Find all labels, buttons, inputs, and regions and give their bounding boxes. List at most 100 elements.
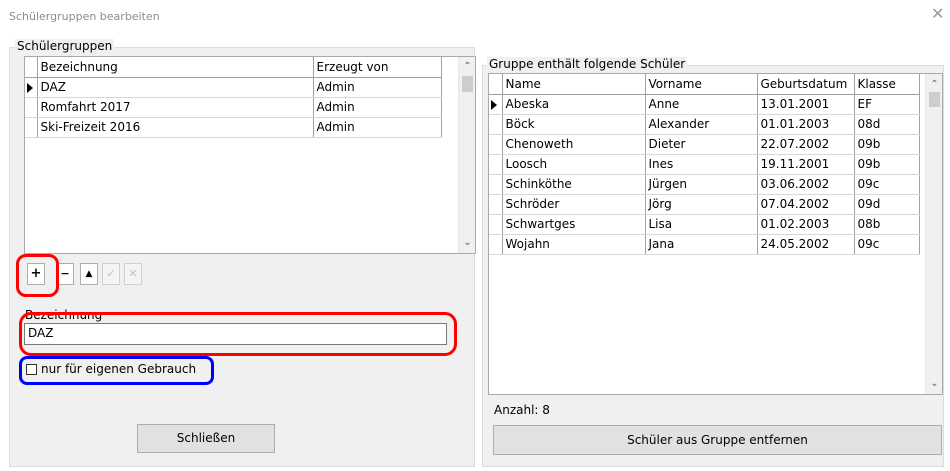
student-vorname-cell[interactable]: Anne — [645, 94, 758, 115]
student-klasse-cell[interactable]: 09b — [854, 154, 920, 175]
groups-scrollbar[interactable]: ⌃ ⌄ — [458, 57, 475, 253]
column-header-geburtsdatum[interactable]: Geburtsdatum — [757, 74, 855, 95]
scroll-up-icon[interactable]: ⌃ — [926, 79, 942, 91]
student-name-cell[interactable]: Wojahn — [502, 234, 646, 255]
column-header-klasse[interactable]: Klasse — [854, 74, 920, 95]
row-indicator[interactable] — [489, 174, 503, 195]
student-vorname-cell[interactable]: Alexander — [645, 114, 758, 135]
group-creator-cell[interactable]: Admin — [313, 117, 442, 138]
remove-group-button[interactable]: − — [56, 263, 74, 285]
student-row[interactable]: Schwartges Lisa 01.02.2003 08b — [489, 214, 920, 235]
student-name-cell[interactable]: Schröder — [502, 194, 646, 215]
row-indicator[interactable] — [489, 154, 503, 175]
current-row-icon — [27, 82, 33, 93]
row-indicator[interactable] — [489, 234, 503, 255]
group-name-cell[interactable]: Romfahrt 2017 — [37, 97, 314, 118]
row-indicator[interactable] — [489, 114, 503, 135]
group-creator-cell[interactable]: Admin — [313, 97, 442, 118]
student-row[interactable]: Schröder Jörg 07.04.2002 09d — [489, 194, 920, 215]
student-geburtsdatum-cell[interactable]: 01.01.2003 — [757, 114, 855, 135]
groups-groupbox-title: Schülergruppen — [15, 39, 115, 53]
current-row-icon — [491, 99, 497, 110]
student-vorname-cell[interactable]: Jürgen — [645, 174, 758, 195]
members-groupbox-title: Gruppe enthält folgende Schüler — [487, 57, 688, 71]
private-checkbox-label[interactable]: nur für eigenen Gebrauch — [41, 362, 196, 376]
student-geburtsdatum-cell[interactable]: 19.11.2001 — [757, 154, 855, 175]
student-geburtsdatum-cell[interactable]: 03.06.2002 — [757, 174, 855, 195]
column-header-erzeugt-von[interactable]: Erzeugt von — [313, 57, 442, 78]
student-row[interactable]: Schinköthe Jürgen 03.06.2002 09c — [489, 174, 920, 195]
scrollbar-thumb[interactable] — [929, 92, 940, 107]
student-row[interactable]: Böck Alexander 01.01.2003 08d — [489, 114, 920, 135]
private-checkbox[interactable] — [26, 364, 37, 375]
member-count: Anzahl: 8 — [494, 403, 550, 417]
add-group-button[interactable]: + — [27, 263, 45, 285]
student-vorname-cell[interactable]: Jana — [645, 234, 758, 255]
move-up-button[interactable]: ▲ — [80, 263, 98, 285]
row-indicator[interactable] — [489, 94, 503, 115]
group-row[interactable]: Romfahrt 2017 Admin — [25, 97, 442, 118]
student-klasse-cell[interactable]: 09b — [854, 134, 920, 155]
scrollbar-thumb[interactable] — [462, 76, 473, 92]
row-indicator[interactable] — [25, 77, 38, 98]
scroll-down-icon[interactable]: ⌄ — [926, 378, 942, 390]
group-row[interactable]: Ski-Freizeit 2016 Admin — [25, 117, 442, 138]
group-creator-cell[interactable]: Admin — [313, 77, 442, 98]
close-window-icon[interactable]: ✕ — [931, 6, 944, 22]
student-name-cell[interactable]: Loosch — [502, 154, 646, 175]
student-klasse-cell[interactable]: 08b — [854, 214, 920, 235]
row-indicator-header — [25, 57, 38, 78]
members-scrollbar[interactable]: ⌃ ⌄ — [925, 74, 942, 394]
student-klasse-cell[interactable]: 09c — [854, 174, 920, 195]
column-header-vorname[interactable]: Vorname — [645, 74, 758, 95]
row-indicator[interactable] — [489, 134, 503, 155]
student-name-cell[interactable]: Schinköthe — [502, 174, 646, 195]
members-grid[interactable]: Name Vorname Geburtsdatum Klasse Abeska A… — [488, 73, 943, 395]
student-klasse-cell[interactable]: 09d — [854, 194, 920, 215]
row-indicator[interactable] — [489, 194, 503, 215]
student-geburtsdatum-cell[interactable]: 24.05.2002 — [757, 234, 855, 255]
student-geburtsdatum-cell[interactable]: 01.02.2003 — [757, 214, 855, 235]
student-vorname-cell[interactable]: Jörg — [645, 194, 758, 215]
student-klasse-cell[interactable]: 08d — [854, 114, 920, 135]
members-table: Name Vorname Geburtsdatum Klasse Abeska A… — [489, 74, 920, 255]
student-geburtsdatum-cell[interactable]: 13.01.2001 — [757, 94, 855, 115]
column-header-name[interactable]: Name — [502, 74, 646, 95]
student-vorname-cell[interactable]: Lisa — [645, 214, 758, 235]
close-button[interactable]: Schließen — [137, 424, 275, 453]
student-row[interactable]: Loosch Ines 19.11.2001 09b — [489, 154, 920, 175]
group-name-cell[interactable]: DAZ — [37, 77, 314, 98]
scroll-down-icon[interactable]: ⌄ — [459, 237, 475, 249]
groups-grid[interactable]: Bezeichnung Erzeugt von DAZ Admin Romfahrt… — [24, 56, 476, 254]
confirm-button[interactable]: ✓ — [102, 263, 120, 285]
row-indicator[interactable] — [25, 117, 38, 138]
student-name-cell[interactable]: Chenoweth — [502, 134, 646, 155]
group-name-cell[interactable]: Ski-Freizeit 2016 — [37, 117, 314, 138]
student-name-cell[interactable]: Abeska — [502, 94, 646, 115]
row-indicator[interactable] — [25, 97, 38, 118]
student-name-cell[interactable]: Schwartges — [502, 214, 646, 235]
groups-header-row: Bezeichnung Erzeugt von — [25, 57, 442, 78]
row-indicator[interactable] — [489, 214, 503, 235]
row-indicator-header — [489, 74, 503, 95]
cancel-edit-button[interactable]: ✕ — [124, 263, 142, 285]
student-row[interactable]: Abeska Anne 13.01.2001 EF — [489, 94, 920, 115]
student-vorname-cell[interactable]: Dieter — [645, 134, 758, 155]
name-label: Bezeichnung — [25, 308, 103, 322]
student-row[interactable]: Chenoweth Dieter 22.07.2002 09b — [489, 134, 920, 155]
remove-student-button[interactable]: Schüler aus Gruppe entfernen — [493, 425, 942, 455]
group-row[interactable]: DAZ Admin — [25, 77, 442, 98]
student-klasse-cell[interactable]: EF — [854, 94, 920, 115]
groups-table: Bezeichnung Erzeugt von DAZ Admin Romfahrt… — [25, 57, 442, 138]
student-geburtsdatum-cell[interactable]: 07.04.2002 — [757, 194, 855, 215]
student-name-cell[interactable]: Böck — [502, 114, 646, 135]
student-row[interactable]: Wojahn Jana 24.05.2002 09c — [489, 234, 920, 255]
members-header-row: Name Vorname Geburtsdatum Klasse — [489, 74, 920, 95]
student-vorname-cell[interactable]: Ines — [645, 154, 758, 175]
scroll-up-icon[interactable]: ⌃ — [459, 61, 475, 73]
name-input[interactable]: DAZ — [24, 323, 447, 345]
student-klasse-cell[interactable]: 09c — [854, 234, 920, 255]
column-header-bezeichnung[interactable]: Bezeichnung — [37, 57, 314, 78]
student-geburtsdatum-cell[interactable]: 22.07.2002 — [757, 134, 855, 155]
window-title: Schülergruppen bearbeiten — [9, 10, 160, 23]
